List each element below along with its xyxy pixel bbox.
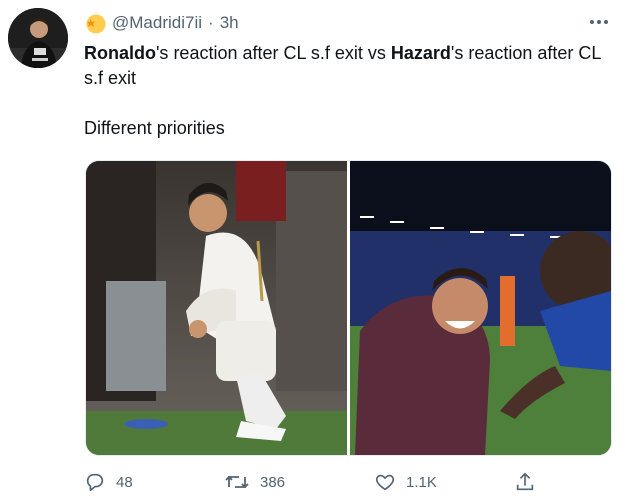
reply-icon[interactable] [84,471,106,493]
mention-ronaldo: Ronaldo [84,43,156,63]
retweet-icon[interactable] [224,471,250,493]
star-emoji-icon [84,12,106,34]
separator-dot: · [208,13,214,32]
share-action[interactable] [514,471,536,493]
photo-hazard[interactable] [350,161,611,455]
tweet-line-1: Ronaldo's reaction after CL s.f exit vs … [84,43,601,88]
user-handle[interactable]: @Madridi7ii [112,13,202,33]
heart-icon[interactable] [374,471,396,493]
tweet-header: @Madridi7ii · 3h [84,10,239,36]
photo-ronaldo[interactable] [86,161,347,455]
tweet-line-3: Different priorities [84,118,225,138]
avatar[interactable] [8,8,68,68]
more-horizontal-icon[interactable] [588,12,610,36]
like-count: 1.1K [406,473,437,491]
tweet-text: Ronaldo's reaction after CL s.f exit vs … [84,41,624,141]
tweet-media [85,160,612,456]
like-action[interactable]: 1.1K [374,471,514,493]
share-icon[interactable] [514,471,536,493]
retweet-count: 386 [260,473,286,491]
tweet-actions: 48 386 1.1K [84,468,544,496]
retweet-action[interactable]: 386 [224,471,374,493]
timestamp[interactable]: 3h [220,13,239,33]
reply-action[interactable]: 48 [84,471,224,493]
reply-count: 48 [116,473,133,491]
tweet-card[interactable]: @Madridi7ii · 3h Ronaldo's reaction afte… [0,0,640,499]
mention-hazard: Hazard [390,43,451,63]
